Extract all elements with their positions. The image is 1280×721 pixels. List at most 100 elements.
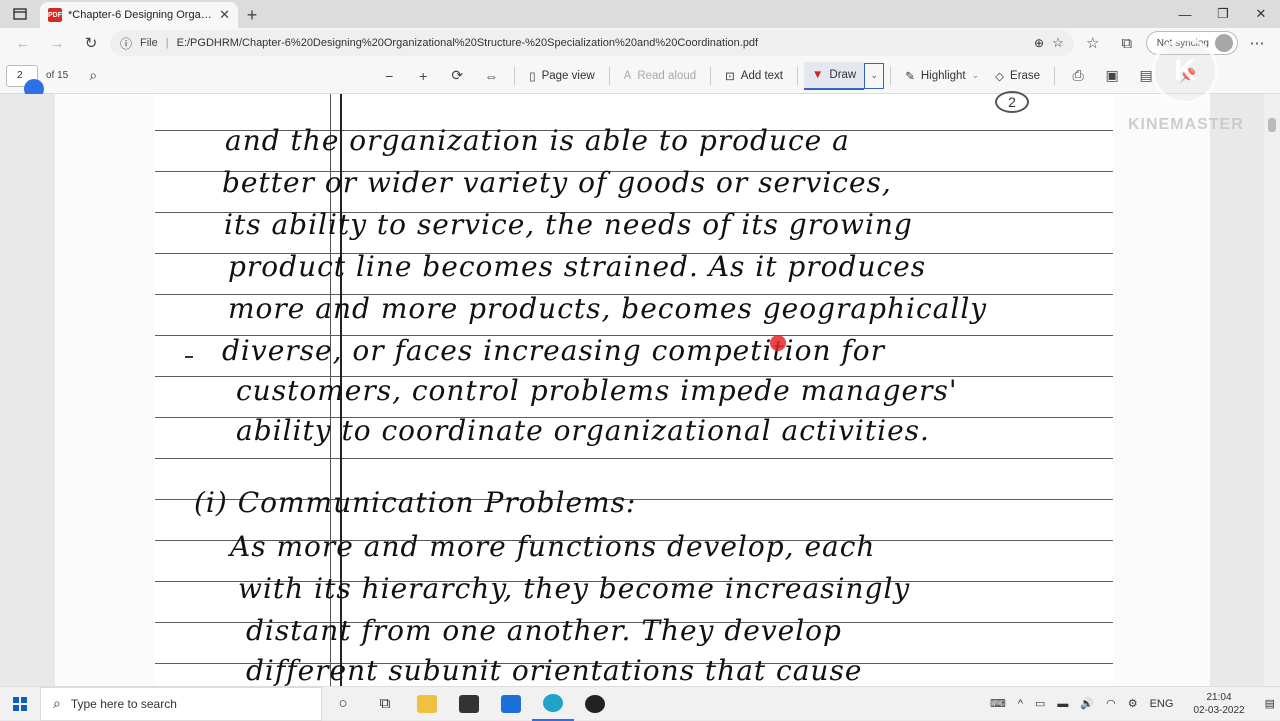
zoom-in-icon[interactable]: +: [406, 62, 440, 90]
page-number-marker: 2: [995, 91, 1029, 113]
add-text-label: Add text: [740, 69, 783, 82]
toolbar-divider: [608, 66, 610, 85]
window-controls: — ❐ ✕: [1166, 0, 1280, 28]
cortana-icon[interactable]: ○: [322, 687, 364, 721]
toolbar-divider: [890, 66, 892, 85]
handwritten-line: and the organization is able to produce …: [225, 124, 850, 157]
draw-pen-icon: ▼: [812, 68, 824, 81]
settings-icon[interactable]: ⚙: [1123, 697, 1143, 710]
print-icon[interactable]: ⎙: [1061, 62, 1095, 90]
add-text-button[interactable]: ⊡ Add text: [717, 62, 791, 90]
network-icon[interactable]: ▭: [1030, 697, 1050, 710]
search-placeholder: Type here to search: [70, 696, 177, 711]
fit-page-icon[interactable]: ⇔: [474, 62, 508, 90]
highlight-chevron-icon[interactable]: ⌄: [972, 70, 980, 81]
toolbar-divider: [1054, 66, 1056, 85]
pdf-icon: PDF: [48, 8, 62, 22]
handwritten-line: distant from one another. They develop: [246, 614, 842, 647]
erase-label: Erase: [1010, 69, 1041, 82]
clock-time: 21:04: [1206, 691, 1232, 703]
handwritten-line: different subunit orientations that caus…: [246, 654, 863, 686]
toolbar-divider: [797, 66, 798, 85]
read-aloud-button[interactable]: A Read aloud: [616, 62, 705, 90]
page-view-button[interactable]: ▯ Page view: [521, 62, 602, 90]
store-icon[interactable]: [448, 687, 490, 721]
eraser-icon: ◇: [995, 70, 1005, 83]
handwritten-line: with its hierarchy, they become increasi…: [238, 572, 911, 605]
page-count: of 15: [46, 70, 69, 81]
toolbar-divider: [514, 66, 516, 85]
edge-browser-icon[interactable]: [532, 687, 574, 721]
handwritten-line: its ability to service, the needs of its…: [224, 208, 913, 241]
address-bar[interactable]: ⓘ File | E:/PGDHRM/Chapter-6%20Designing…: [110, 30, 1074, 56]
read-aloud-icon: A: [623, 69, 632, 82]
maximize-icon[interactable]: ❐: [1204, 0, 1242, 28]
task-view-icon[interactable]: ⧉: [364, 687, 406, 721]
zoom-out-icon[interactable]: −: [372, 62, 406, 90]
document-viewport[interactable]: and the organization is able to produce …: [0, 94, 1280, 686]
refresh-button[interactable]: ↻: [76, 30, 106, 56]
notifications-icon[interactable]: ▤: [1260, 697, 1280, 710]
scrollbar[interactable]: [1264, 94, 1280, 686]
tab-active[interactable]: PDF *Chapter-6 Designing Organizati ✕: [40, 2, 238, 28]
show-hidden-icons-chevron-icon[interactable]: ^: [1013, 698, 1028, 710]
handwritten-line: ability to coordinate organizational act…: [236, 414, 930, 447]
battery-icon[interactable]: ▬: [1052, 698, 1073, 710]
avatar: [1215, 34, 1233, 52]
search-icon[interactable]: ⌕: [76, 62, 110, 90]
page-view-label: Page view: [541, 69, 595, 82]
handwritten-line: better or wider variety of goods or serv…: [222, 166, 892, 199]
title-bar: PDF *Chapter-6 Designing Organizati ✕ + …: [0, 0, 1280, 28]
search-icon: ⌕: [53, 695, 61, 711]
highlight-button[interactable]: ✎ Highlight ⌄: [897, 62, 987, 90]
handwritten-line: product line becomes strained. As it pro…: [228, 250, 927, 283]
window-menu-icon[interactable]: [0, 0, 40, 28]
taskbar-search[interactable]: ⌕ Type here to search: [40, 686, 322, 721]
add-text-icon: ⊡: [725, 70, 735, 83]
erase-button[interactable]: ◇ Erase: [987, 62, 1048, 90]
kinemaster-watermark: KINEMASTER: [1128, 116, 1244, 133]
clock[interactable]: 21:04 02-03-2022: [1180, 691, 1257, 717]
rotate-icon[interactable]: ⟳: [440, 62, 474, 90]
read-aloud-label: Read aloud: [637, 69, 697, 82]
wifi-icon[interactable]: ◠: [1101, 697, 1121, 710]
keyboard-icon[interactable]: ⌨: [985, 697, 1011, 710]
scrollbar-thumb[interactable]: [1268, 118, 1276, 132]
forward-button[interactable]: →: [42, 30, 72, 56]
new-tab-button[interactable]: +: [238, 2, 266, 28]
draw-options-chevron-icon[interactable]: ⌄: [864, 62, 885, 89]
windows-logo-icon: [13, 696, 27, 711]
back-button[interactable]: ←: [8, 30, 38, 56]
handwritten-line: customers, control problems impede manag…: [236, 374, 958, 407]
close-tab-icon[interactable]: ✕: [219, 7, 230, 23]
clock-date: 02-03-2022: [1193, 704, 1245, 716]
draw-label: Draw: [829, 68, 857, 81]
url-scheme-label: File: [140, 37, 158, 49]
more-menu-icon[interactable]: ⋯: [1242, 30, 1272, 56]
info-icon[interactable]: ⓘ: [120, 35, 132, 52]
handwritten-line: As more and more functions develop, each: [230, 530, 876, 563]
add-favorite-icon[interactable]: ☆: [1052, 35, 1064, 51]
language-indicator[interactable]: ENG: [1145, 698, 1179, 710]
volume-icon[interactable]: 🔊: [1075, 697, 1099, 710]
kinemaster-logo: K: [1152, 38, 1218, 104]
favorites-icon[interactable]: ☆: [1078, 30, 1108, 56]
app-icon[interactable]: [574, 687, 616, 721]
taskbar: ⌕ Type here to search ○ ⧉ ⌨ ^ ▭ ▬ 🔊 ◠ ⚙ …: [0, 686, 1280, 721]
toolbar-divider: [710, 66, 712, 85]
zoom-icon[interactable]: ⊕: [1034, 36, 1044, 50]
draw-button[interactable]: ▼ Draw: [804, 61, 865, 90]
highlight-icon: ✎: [905, 70, 915, 83]
highlight-label: Highlight: [920, 69, 966, 82]
url-separator: |: [165, 37, 169, 49]
collections-icon[interactable]: ⧉: [1112, 30, 1142, 56]
page-view-icon: ▯: [529, 70, 536, 83]
minimize-icon[interactable]: —: [1166, 0, 1204, 28]
file-explorer-icon[interactable]: [406, 687, 448, 721]
save-icon[interactable]: ▣: [1095, 62, 1129, 90]
start-button[interactable]: [0, 687, 40, 721]
handwritten-line: more and more products, becomes geograph…: [228, 292, 988, 325]
close-window-icon[interactable]: ✕: [1242, 0, 1280, 28]
mail-icon[interactable]: [490, 687, 532, 721]
url-text[interactable]: E:/PGDHRM/Chapter-6%20Designing%20Organi…: [177, 37, 1026, 49]
